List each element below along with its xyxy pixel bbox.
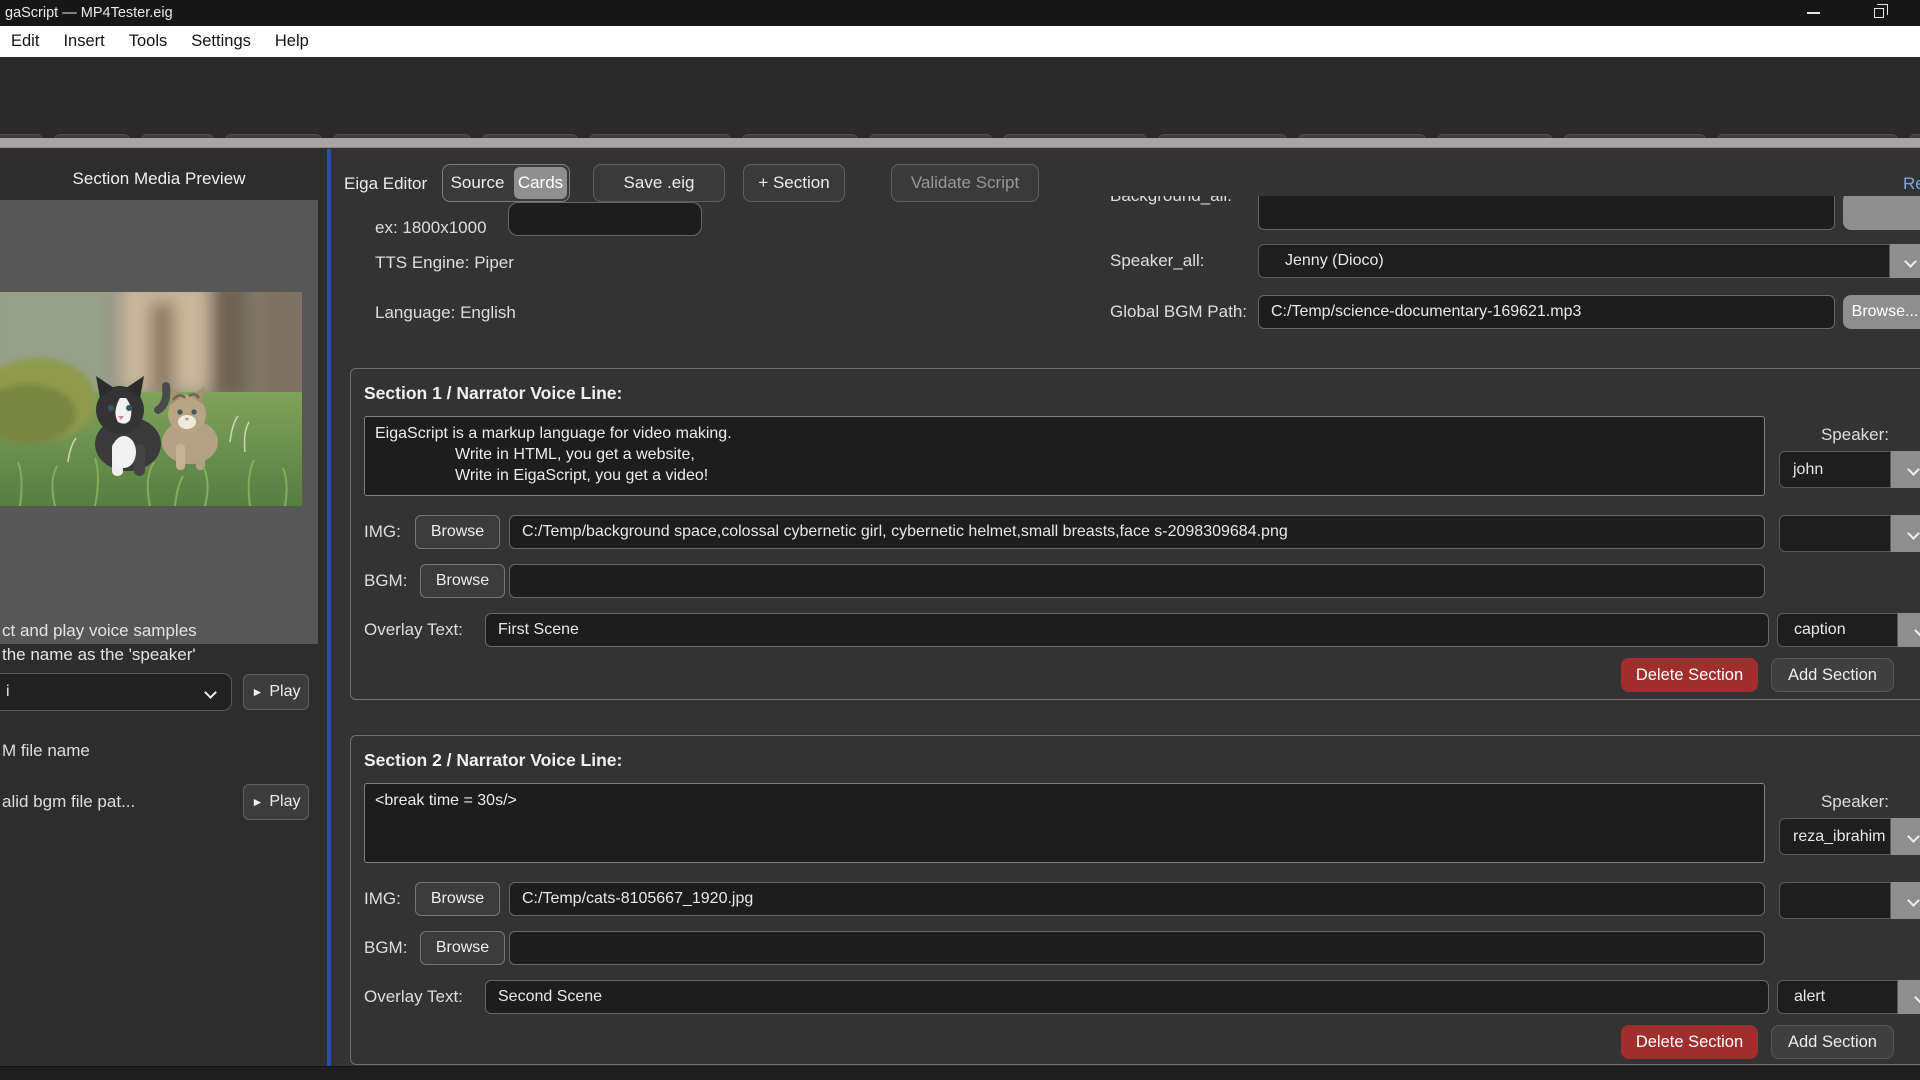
play-icon: ► bbox=[251, 795, 263, 809]
bgm-path-input[interactable] bbox=[509, 564, 1765, 598]
speaker-select[interactable]: john bbox=[1779, 451, 1891, 488]
restore-icon bbox=[1874, 8, 1884, 18]
voice-sample-hint: ct and play voice samples the name as th… bbox=[2, 619, 197, 667]
minimize-icon bbox=[1807, 12, 1820, 14]
play-voice-button[interactable]: ► Play bbox=[243, 674, 309, 710]
section-card-1: Section 1 / Narrator Voice Line: EigaScr… bbox=[350, 368, 1920, 700]
voice-select-value: i bbox=[6, 683, 10, 700]
speaker-label: Speaker: bbox=[1749, 792, 1889, 812]
speaker-select[interactable]: reza_ibrahim bbox=[1779, 818, 1891, 855]
voice-sample-hint-line1: ct and play voice samples bbox=[2, 619, 197, 643]
menu-item-insert[interactable]: Insert bbox=[63, 32, 104, 51]
section-title: Section 1 / Narrator Voice Line: bbox=[364, 383, 622, 404]
menu-item-edit[interactable]: Edit bbox=[11, 32, 39, 51]
chevron-down-icon bbox=[1907, 830, 1920, 843]
delete-section-button[interactable]: Delete Section bbox=[1621, 1025, 1758, 1059]
section-media-preview-title: Section Media Preview bbox=[0, 169, 318, 189]
img-type-select[interactable] bbox=[1779, 515, 1891, 552]
section-title: Section 2 / Narrator Voice Line: bbox=[364, 750, 622, 771]
kittens-photo bbox=[0, 292, 302, 506]
overlay-text-label: Overlay Text: bbox=[364, 620, 463, 640]
play-voice-label: Play bbox=[269, 683, 300, 701]
play-bgm-label: Play bbox=[269, 793, 300, 811]
global-bgm-path-input[interactable]: C:/Temp/science-documentary-169621.mp3 bbox=[1258, 295, 1835, 329]
overlay-type-select[interactable]: caption bbox=[1777, 613, 1898, 647]
speaker-label: Speaker: bbox=[1749, 425, 1889, 445]
menu-item-help[interactable]: Help bbox=[275, 32, 309, 51]
bgm-path-input[interactable] bbox=[509, 931, 1765, 965]
overlay-type-dropdown-arrow[interactable] bbox=[1898, 613, 1920, 647]
tab-cards[interactable]: Cards bbox=[514, 167, 567, 199]
editor-title: Eiga Editor bbox=[344, 174, 427, 194]
voice-sample-hint-line2: the name as the 'speaker' bbox=[2, 643, 197, 667]
horizontal-scrollbar[interactable] bbox=[0, 138, 1920, 148]
global-settings-form: ex: 1800x1000 Background_all: TTS Engine… bbox=[331, 196, 1920, 348]
app-window: gaScript — MP4Tester.eig Edit Insert Too… bbox=[0, 0, 1920, 1080]
section-media-preview-panel bbox=[0, 200, 318, 644]
window-title: gaScript — MP4Tester.eig bbox=[5, 5, 173, 21]
global-bgm-browse-button[interactable]: Browse... bbox=[1843, 295, 1920, 329]
minimize-button[interactable] bbox=[1790, 0, 1836, 26]
overlay-type-select[interactable]: alert bbox=[1777, 980, 1898, 1014]
add-section-button[interactable]: Add Section bbox=[1771, 658, 1894, 692]
menu-item-tools[interactable]: Tools bbox=[129, 32, 168, 51]
chevron-down-icon bbox=[1907, 463, 1920, 476]
img-type-select[interactable] bbox=[1779, 882, 1891, 919]
render-link-partial[interactable]: Re bbox=[1903, 174, 1920, 194]
section-card-2: Section 2 / Narrator Voice Line: <break … bbox=[350, 735, 1920, 1065]
img-browse-button[interactable]: Browse bbox=[415, 515, 500, 549]
overlay-text-input[interactable]: Second Scene bbox=[485, 980, 1769, 1014]
background-all-input[interactable] bbox=[1258, 196, 1835, 230]
img-label: IMG: bbox=[364, 522, 401, 542]
add-section-button[interactable]: Add Section bbox=[1771, 1025, 1894, 1059]
tts-engine-label: TTS Engine: Piper bbox=[375, 253, 514, 273]
chevron-down-icon bbox=[1914, 624, 1920, 637]
narrator-voice-textarea[interactable]: EigaScript is a markup language for vide… bbox=[364, 416, 1765, 496]
bgm-file-path-text: alid bgm file pat... bbox=[2, 792, 135, 812]
chevron-down-icon bbox=[206, 688, 215, 697]
menu-bar: Edit Insert Tools Settings Help bbox=[0, 26, 1920, 57]
img-type-dropdown-arrow[interactable] bbox=[1891, 515, 1920, 552]
voice-select[interactable]: i bbox=[0, 673, 232, 711]
menu-item-settings[interactable]: Settings bbox=[191, 32, 251, 51]
overlay-text-input[interactable]: First Scene bbox=[485, 613, 1769, 647]
bgm-browse-button[interactable]: Browse bbox=[420, 564, 505, 598]
narrator-voice-textarea[interactable]: <break time = 30s/> bbox=[364, 783, 1765, 863]
img-browse-button[interactable]: Browse bbox=[415, 882, 500, 916]
global-bgm-path-label: Global BGM Path: bbox=[1110, 302, 1247, 322]
restore-button[interactable] bbox=[1856, 0, 1902, 26]
overlay-text-label: Overlay Text: bbox=[364, 987, 463, 1007]
speaker-all-select[interactable]: Jenny (Dioco) bbox=[1258, 244, 1890, 278]
speaker-dropdown-arrow[interactable] bbox=[1891, 451, 1920, 488]
overlay-type-dropdown-arrow[interactable] bbox=[1898, 980, 1920, 1014]
sidebar: Section Media Preview bbox=[0, 149, 327, 1066]
resolution-input[interactable] bbox=[508, 202, 702, 236]
chevron-down-icon bbox=[1907, 894, 1920, 907]
chevron-down-icon bbox=[1907, 527, 1920, 540]
speaker-dropdown-arrow[interactable] bbox=[1891, 818, 1920, 855]
chevron-down-icon bbox=[1904, 255, 1917, 268]
bgm-file-name-label: M file name bbox=[2, 741, 90, 761]
bgm-label: BGM: bbox=[364, 571, 407, 591]
background-all-label: Background_all: bbox=[1110, 196, 1232, 206]
play-bgm-button[interactable]: ► Play bbox=[243, 784, 309, 820]
chevron-down-icon bbox=[1914, 991, 1920, 1004]
resolution-hint-label: ex: 1800x1000 bbox=[375, 218, 487, 238]
speaker-all-dropdown-arrow[interactable] bbox=[1890, 244, 1920, 278]
eiga-editor-panel: Eiga Editor Source Cards Save .eig + Sec… bbox=[331, 149, 1920, 1066]
background-all-browse-button[interactable] bbox=[1843, 196, 1920, 230]
play-icon: ► bbox=[251, 685, 263, 699]
img-type-dropdown-arrow[interactable] bbox=[1891, 882, 1920, 919]
speaker-all-label: Speaker_all: bbox=[1110, 251, 1205, 271]
delete-section-button[interactable]: Delete Section bbox=[1621, 658, 1758, 692]
window-titlebar: gaScript — MP4Tester.eig bbox=[0, 0, 1920, 26]
bottom-scrollbar-area[interactable] bbox=[0, 1066, 1920, 1080]
language-label: Language: English bbox=[375, 303, 516, 323]
img-label: IMG: bbox=[364, 889, 401, 909]
img-path-input[interactable]: C:/Temp/cats-8105667_1920.jpg bbox=[509, 882, 1765, 916]
toolbar: ew Open Save Save as Find/Replace Previe… bbox=[0, 57, 1920, 138]
bgm-browse-button[interactable]: Browse bbox=[420, 931, 505, 965]
img-path-input[interactable]: C:/Temp/background space,colossal cybern… bbox=[509, 515, 1765, 549]
bgm-label: BGM: bbox=[364, 938, 407, 958]
